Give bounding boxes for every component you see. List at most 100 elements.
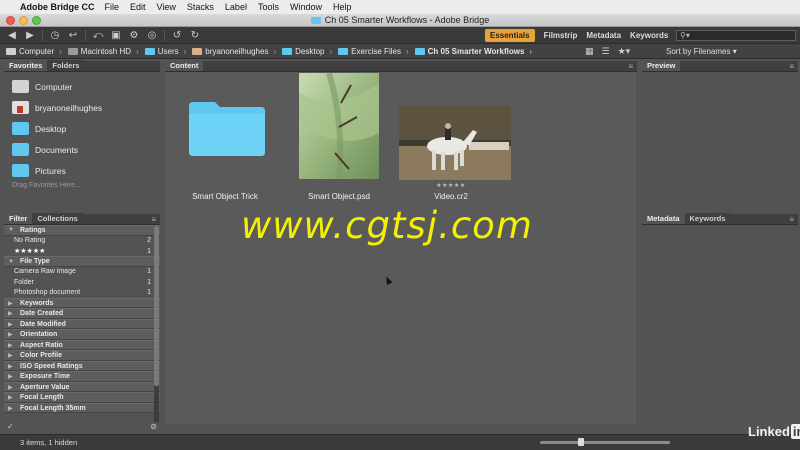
back-arrow-icon[interactable]: ◀ xyxy=(6,30,18,41)
content-item-psd[interactable]: Smart Object.psd xyxy=(284,72,394,212)
breadcrumb-ch05[interactable]: Ch 05 Smarter Workflows › xyxy=(414,47,532,56)
triangle-right-icon: ▶ xyxy=(8,321,13,328)
filter-scrollbar[interactable] xyxy=(154,226,159,422)
filter-section-ratings[interactable]: ▼ Ratings xyxy=(4,225,160,236)
list-view-icon[interactable]: ☰ xyxy=(602,46,610,57)
filter-section-orientation[interactable]: ▶ Orientation xyxy=(4,329,160,340)
item-label: Smart Object Trick xyxy=(192,192,258,201)
tab-favorites[interactable]: Favorites xyxy=(4,60,48,71)
computer-icon xyxy=(12,80,29,93)
preview-panel: Preview ≡ xyxy=(642,60,798,212)
pin-icon[interactable]: ✓ xyxy=(7,422,14,431)
filter-section-file-type[interactable]: ▼ File Type xyxy=(4,256,160,267)
recent-folders-icon[interactable]: ◷ xyxy=(49,30,61,41)
star-filter-icon[interactable]: ★▾ xyxy=(618,46,631,57)
filter-section-focal-length-35[interactable]: ▶ Focal Length 35mm xyxy=(4,402,160,414)
folder-icon xyxy=(144,47,155,55)
breadcrumb-macintosh-hd[interactable]: Macintosh HD › xyxy=(67,47,139,56)
clear-filter-icon[interactable]: ⊘ xyxy=(150,422,157,431)
triangle-right-icon: ▶ xyxy=(8,405,13,412)
panel-menu-icon[interactable]: ≡ xyxy=(628,62,633,71)
folder-icon xyxy=(189,102,265,156)
breadcrumb-exercise-files[interactable]: Exercise Files › xyxy=(338,47,409,56)
tab-collections[interactable]: Collections xyxy=(32,213,83,224)
window-zoom-button[interactable] xyxy=(32,16,41,25)
breadcrumb-desktop[interactable]: Desktop › xyxy=(282,47,332,56)
favorite-home[interactable]: bryanoneilhughes xyxy=(4,97,160,118)
window-close-button[interactable] xyxy=(6,16,15,25)
breadcrumb-users[interactable]: Users › xyxy=(144,47,186,56)
panel-menu-icon[interactable]: ≡ xyxy=(789,215,794,224)
filter-option[interactable]: ★★★★★ 1 xyxy=(4,246,160,256)
tab-preview[interactable]: Preview xyxy=(642,60,681,71)
favorite-computer[interactable]: Computer xyxy=(4,76,160,97)
filter-section-keywords[interactable]: ▶ Keywords xyxy=(4,297,160,309)
filter-option[interactable]: Photoshop document 1 xyxy=(4,288,160,298)
filter-section-aperture[interactable]: ▶ Aperture Value xyxy=(4,381,160,393)
forward-arrow-icon[interactable]: ▶ xyxy=(24,30,36,41)
scrollbar-thumb[interactable] xyxy=(154,226,159,386)
triangle-right-icon: ▶ xyxy=(8,384,13,391)
filter-section-aspect-ratio[interactable]: ▶ Aspect Ratio xyxy=(4,339,160,351)
filter-section-exposure-time[interactable]: ▶ Exposure Time xyxy=(4,371,160,382)
menu-file[interactable]: File xyxy=(105,2,120,12)
tab-content[interactable]: Content xyxy=(165,60,204,71)
window-title-bar: Ch 05 Smarter Workflows - Adobe Bridge xyxy=(0,14,800,27)
filter-section-date-created[interactable]: ▶ Date Created xyxy=(4,308,160,319)
refine-icon[interactable]: ⚙ xyxy=(128,30,140,41)
filter-section-focal-length[interactable]: ▶ Focal Length xyxy=(4,392,160,403)
breadcrumb-user-home[interactable]: bryanoneilhughes › xyxy=(192,47,276,56)
open-in-camera-raw-icon[interactable]: ◎ xyxy=(146,30,158,41)
filter-section-date-modified[interactable]: ▶ Date Modified xyxy=(4,318,160,330)
return-icon[interactable]: ↩ xyxy=(67,30,79,41)
grid-view-icon[interactable]: ▦ xyxy=(585,46,594,57)
window-minimize-button[interactable] xyxy=(19,16,28,25)
panel-menu-icon[interactable]: ≡ xyxy=(789,62,794,71)
filter-option[interactable]: Camera Raw image 1 xyxy=(4,267,160,277)
slider-knob[interactable] xyxy=(578,438,584,446)
menu-stacks[interactable]: Stacks xyxy=(187,2,214,12)
rotate-left-icon[interactable]: ↺ xyxy=(171,30,183,41)
favorite-desktop[interactable]: Desktop xyxy=(4,118,160,139)
item-count: 3 items, 1 hidden xyxy=(20,438,78,447)
item-rating[interactable]: ★★★★★ xyxy=(396,182,506,189)
triangle-right-icon: ▶ xyxy=(8,353,13,360)
workspace-switcher: Essentials Filmstrip Metadata Keywords ▾ xyxy=(485,29,681,42)
search-input[interactable]: ⚲▾ xyxy=(676,30,796,41)
menu-label[interactable]: Label xyxy=(225,2,247,12)
favorite-pictures[interactable]: Pictures xyxy=(4,160,160,181)
panel-menu-icon[interactable]: ≡ xyxy=(151,215,156,224)
rotate-right-icon[interactable]: ↻ xyxy=(189,30,201,41)
filter-option[interactable]: Folder 1 xyxy=(4,277,160,287)
workspace-keywords[interactable]: Keywords xyxy=(630,31,668,40)
favorite-documents[interactable]: Documents xyxy=(4,139,160,160)
filter-option[interactable]: No Rating 2 xyxy=(4,236,160,246)
menu-edit[interactable]: Edit xyxy=(130,2,146,12)
workspace-essentials[interactable]: Essentials xyxy=(485,29,535,42)
tab-metadata[interactable]: Metadata xyxy=(642,213,685,224)
menu-tools[interactable]: Tools xyxy=(258,2,279,12)
workspace-filmstrip[interactable]: Filmstrip xyxy=(544,31,578,40)
menu-app-name[interactable]: Adobe Bridge CC xyxy=(20,2,95,12)
content-grid: Smart Object Trick Smart Object.psd ★★★★… xyxy=(166,72,636,424)
window-title: Ch 05 Smarter Workflows - Adobe Bridge xyxy=(324,15,490,25)
camera-icon[interactable]: ▣ xyxy=(110,30,122,41)
tab-keywords[interactable]: Keywords xyxy=(684,213,731,224)
tab-filter[interactable]: Filter xyxy=(4,213,33,224)
boomerang-icon[interactable]: ⤺ xyxy=(92,30,104,41)
menu-window[interactable]: Window xyxy=(290,2,322,12)
filter-section-color-profile[interactable]: ▶ Color Profile xyxy=(4,350,160,361)
menu-help[interactable]: Help xyxy=(333,2,352,12)
content-item-raw[interactable]: ★★★★★ Video.cr2 xyxy=(396,72,511,212)
triangle-right-icon: ▶ xyxy=(8,300,13,307)
tab-folders[interactable]: Folders xyxy=(47,60,85,71)
sort-dropdown[interactable]: Sort by Filenames ▾ xyxy=(666,47,737,56)
workspace-metadata[interactable]: Metadata xyxy=(586,31,621,40)
filter-section-iso[interactable]: ▶ ISO Speed Ratings xyxy=(4,360,160,372)
user-icon xyxy=(192,47,203,55)
favorites-panel: Favorites Folders Computer bryanoneilhug… xyxy=(4,60,160,211)
thumbnail-size-slider[interactable] xyxy=(540,441,670,444)
menu-view[interactable]: View xyxy=(157,2,176,12)
breadcrumb-computer[interactable]: Computer › xyxy=(6,47,62,56)
content-item-folder[interactable]: Smart Object Trick xyxy=(170,72,280,212)
